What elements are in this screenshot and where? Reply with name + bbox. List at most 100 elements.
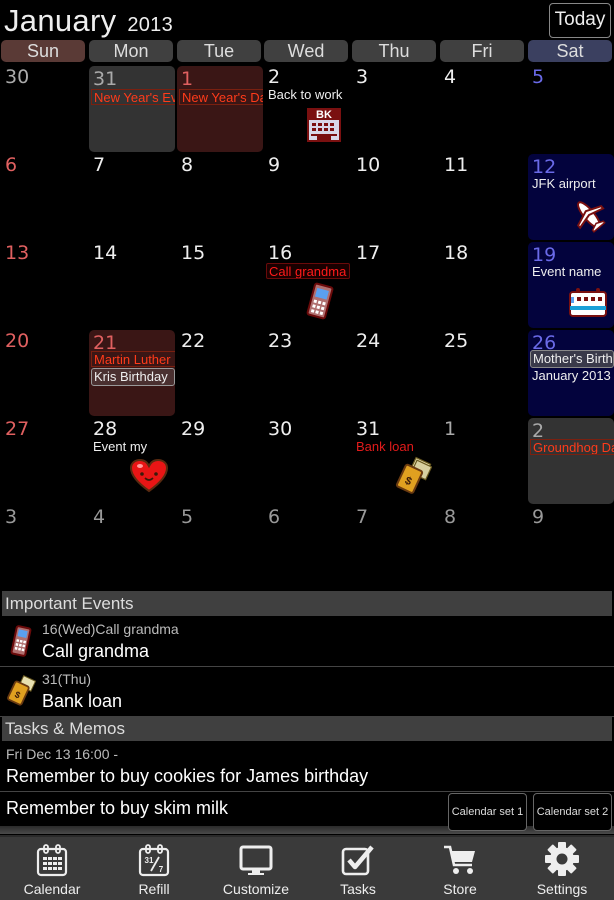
calendar-event[interactable]: JFK airport <box>530 176 614 192</box>
calendar-event[interactable]: January 2013 <box>530 368 614 384</box>
day-number: 28 <box>93 418 118 440</box>
day-cell[interactable]: 26 Mother's Birthday January 2013 <box>528 330 614 416</box>
important-event-item[interactable]: $ 31(Thu) Bank loan <box>0 667 614 717</box>
day-cell[interactable]: 22 <box>177 328 263 414</box>
day-cell[interactable]: 31 Bank loan $ <box>352 416 438 502</box>
day-cell[interactable]: 8 <box>177 152 263 238</box>
day-cell[interactable]: 25 <box>440 328 526 414</box>
day-cell[interactable]: 21 Martin Luther King Day Kris Birthday <box>89 330 175 416</box>
nav-settings[interactable]: Settings <box>511 837 613 900</box>
day-cell[interactable]: 6 <box>264 504 350 590</box>
year-label: 2013 <box>127 14 174 36</box>
day-number: 10 <box>356 154 381 176</box>
day-cell[interactable]: 24 <box>352 328 438 414</box>
day-cell[interactable]: 3 <box>1 504 87 590</box>
day-cell[interactable]: 14 <box>89 240 175 326</box>
important-event-item[interactable]: 16(Wed)Call grandma Call grandma <box>0 617 614 667</box>
cart-icon <box>444 845 475 874</box>
important-event-date: 16(Wed)Call grandma <box>42 621 179 637</box>
day-number: 1 <box>444 418 457 440</box>
day-cell[interactable]: 9 <box>264 152 350 238</box>
header: January 2013 Today <box>0 0 614 40</box>
calendar-event[interactable]: Event my <box>91 439 175 455</box>
day-cell[interactable]: 1 New Year's Day <box>177 66 263 152</box>
heart-icon <box>129 458 169 493</box>
day-cell[interactable]: 5 <box>528 64 614 150</box>
day-cell[interactable]: 31 New Year's Eve <box>89 66 175 152</box>
day-cell[interactable]: 1 <box>440 416 526 502</box>
day-cell[interactable]: 5 <box>177 504 263 590</box>
day-cell[interactable]: 7 <box>89 152 175 238</box>
day-number: 4 <box>93 506 106 528</box>
day-cell[interactable]: 13 <box>1 240 87 326</box>
checkbox-icon <box>341 845 374 876</box>
day-cell[interactable]: 4 <box>440 64 526 150</box>
calendar-set-1-button[interactable]: Calendar set 1 <box>448 793 527 831</box>
holiday-event[interactable]: Martin Luther King Day <box>91 351 175 367</box>
nav-calendar[interactable]: Calendar <box>1 837 103 900</box>
day-number: 25 <box>444 330 469 352</box>
month-title[interactable]: January 2013 <box>4 3 173 39</box>
weekday-thu: Thu <box>352 40 436 62</box>
day-number: 18 <box>444 242 469 264</box>
holiday-event[interactable]: New Year's Eve <box>91 89 175 105</box>
important-event-date: 31(Thu) <box>42 671 92 687</box>
day-cell[interactable]: 19 Event name <box>528 242 614 328</box>
day-number: 30 <box>268 418 293 440</box>
day-cell[interactable]: 11 <box>440 152 526 238</box>
day-number: 27 <box>5 418 30 440</box>
svg-text:31: 31 <box>145 856 154 865</box>
day-cell[interactable]: 6 <box>1 152 87 238</box>
weekday-sat: Sat <box>528 40 612 62</box>
nav-store[interactable]: Store <box>409 837 511 900</box>
day-cell[interactable]: 17 <box>352 240 438 326</box>
day-number: 24 <box>356 330 381 352</box>
task-item[interactable]: Fri Dec 13 16:00 - Remember to buy cooki… <box>0 742 614 792</box>
day-number: 2 <box>268 66 281 88</box>
nav-customize[interactable]: Customize <box>205 837 307 900</box>
important-event[interactable]: Bank loan <box>354 439 438 455</box>
day-cell[interactable]: 30 <box>264 416 350 502</box>
day-number: 8 <box>444 506 457 528</box>
nav-label: Calendar <box>23 881 81 897</box>
mobile-phone-icon <box>10 625 32 657</box>
day-cell[interactable]: 2 Groundhog Day <box>528 418 614 504</box>
holiday-event[interactable]: Groundhog Day <box>530 439 614 455</box>
today-button[interactable]: Today <box>549 3 611 38</box>
day-number: 11 <box>444 154 469 176</box>
day-cell[interactable]: 4 <box>89 504 175 590</box>
day-cell[interactable]: 12 JFK airport <box>528 154 614 240</box>
day-cell[interactable]: 28 Event my <box>89 416 175 502</box>
day-number: 7 <box>93 154 106 176</box>
holiday-event[interactable]: New Year's Day <box>179 89 263 105</box>
day-cell[interactable]: 9 <box>528 504 614 590</box>
important-event[interactable]: Call grandma <box>266 263 350 279</box>
calendar-event[interactable]: Back to work <box>266 87 350 103</box>
nav-refill[interactable]: 31 7 Refill <box>103 837 205 900</box>
train-icon <box>569 288 607 317</box>
day-cell[interactable]: 16 Call grandma <box>264 240 350 326</box>
day-cell[interactable]: 7 <box>352 504 438 590</box>
day-cell[interactable]: 20 <box>1 328 87 414</box>
day-cell[interactable]: 15 <box>177 240 263 326</box>
day-number: 30 <box>5 66 30 88</box>
calendar-event[interactable]: Event name <box>530 264 614 280</box>
nav-tasks[interactable]: Tasks <box>307 837 409 900</box>
day-cell[interactable]: 29 <box>177 416 263 502</box>
day-cell[interactable]: 30 <box>1 64 87 150</box>
day-number: 3 <box>5 506 18 528</box>
nav-label: Settings <box>536 881 588 897</box>
day-number: 6 <box>5 154 18 176</box>
day-number: 9 <box>268 154 281 176</box>
calendar-event[interactable]: Mother's Birthday <box>530 350 614 368</box>
day-cell[interactable]: 10 <box>352 152 438 238</box>
day-cell[interactable]: 23 <box>264 328 350 414</box>
calendar-event[interactable]: Kris Birthday <box>91 368 175 386</box>
day-cell[interactable]: 27 <box>1 416 87 502</box>
day-number: 15 <box>181 242 206 264</box>
day-cell[interactable]: 18 <box>440 240 526 326</box>
calendar-set-2-button[interactable]: Calendar set 2 <box>533 793 612 831</box>
day-cell[interactable]: 2 Back to work BK <box>264 64 350 150</box>
day-cell[interactable]: 3 <box>352 64 438 150</box>
day-cell[interactable]: 8 <box>440 504 526 590</box>
